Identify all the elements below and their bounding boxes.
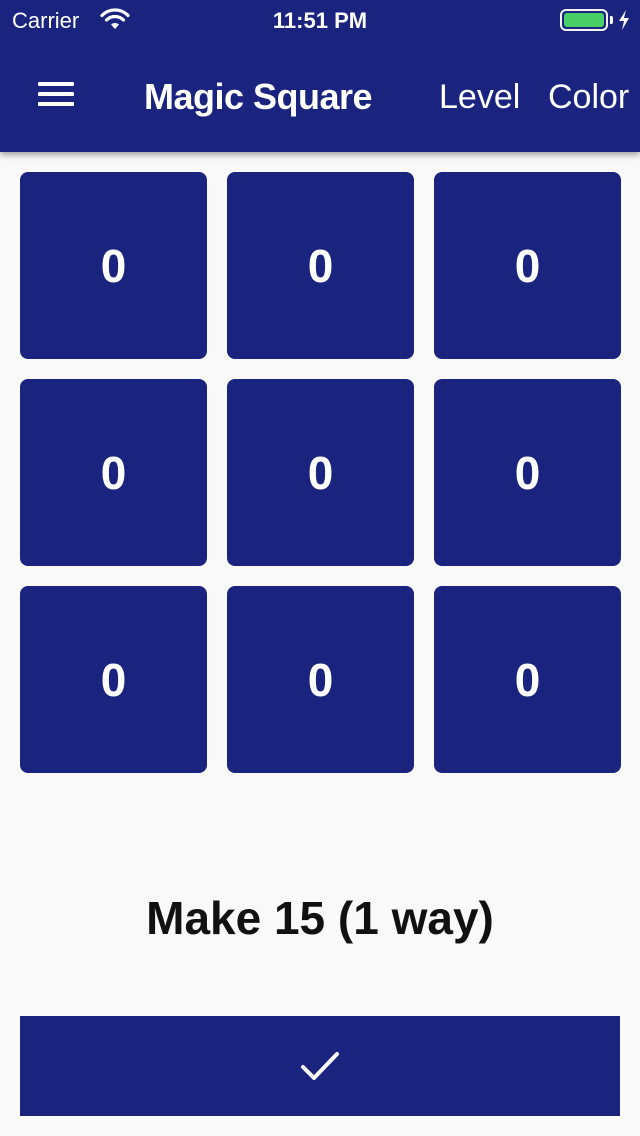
color-button[interactable]: Color [548,72,629,122]
checkmark-icon [301,1052,339,1080]
menu-button[interactable] [32,78,80,114]
magic-square-grid: 0 0 0 0 0 0 0 0 0 [20,172,621,773]
battery-level [564,13,604,27]
grid-cell-r2c2[interactable]: 0 [227,379,414,566]
grid-cell-r2c3[interactable]: 0 [434,379,621,566]
submit-button[interactable] [20,1016,620,1116]
hamburger-menu-icon [38,102,74,106]
hamburger-menu-icon [38,92,74,96]
battery-cap [610,16,613,24]
grid-cell-r3c2[interactable]: 0 [227,586,414,773]
charging-bolt-icon [619,10,629,30]
app-title: Magic Square [144,76,373,117]
grid-cell-r1c1[interactable]: 0 [20,172,207,359]
grid-cell-r3c3[interactable]: 0 [434,586,621,773]
grid-cell-r2c1[interactable]: 0 [20,379,207,566]
goal-instruction: Make 15 (1 way) [146,892,494,944]
hamburger-menu-icon [38,82,74,86]
grid-cell-r3c1[interactable]: 0 [20,586,207,773]
battery-icon [560,9,608,31]
app-bar: Carrier 11:51 PM Magic Square Level Colo… [0,0,640,152]
grid-cell-r1c2[interactable]: 0 [227,172,414,359]
grid-cell-r1c3[interactable]: 0 [434,172,621,359]
level-button[interactable]: Level [439,72,520,122]
status-time: 11:51 PM [272,8,368,33]
status-bar: Carrier 11:51 PM [0,0,640,40]
